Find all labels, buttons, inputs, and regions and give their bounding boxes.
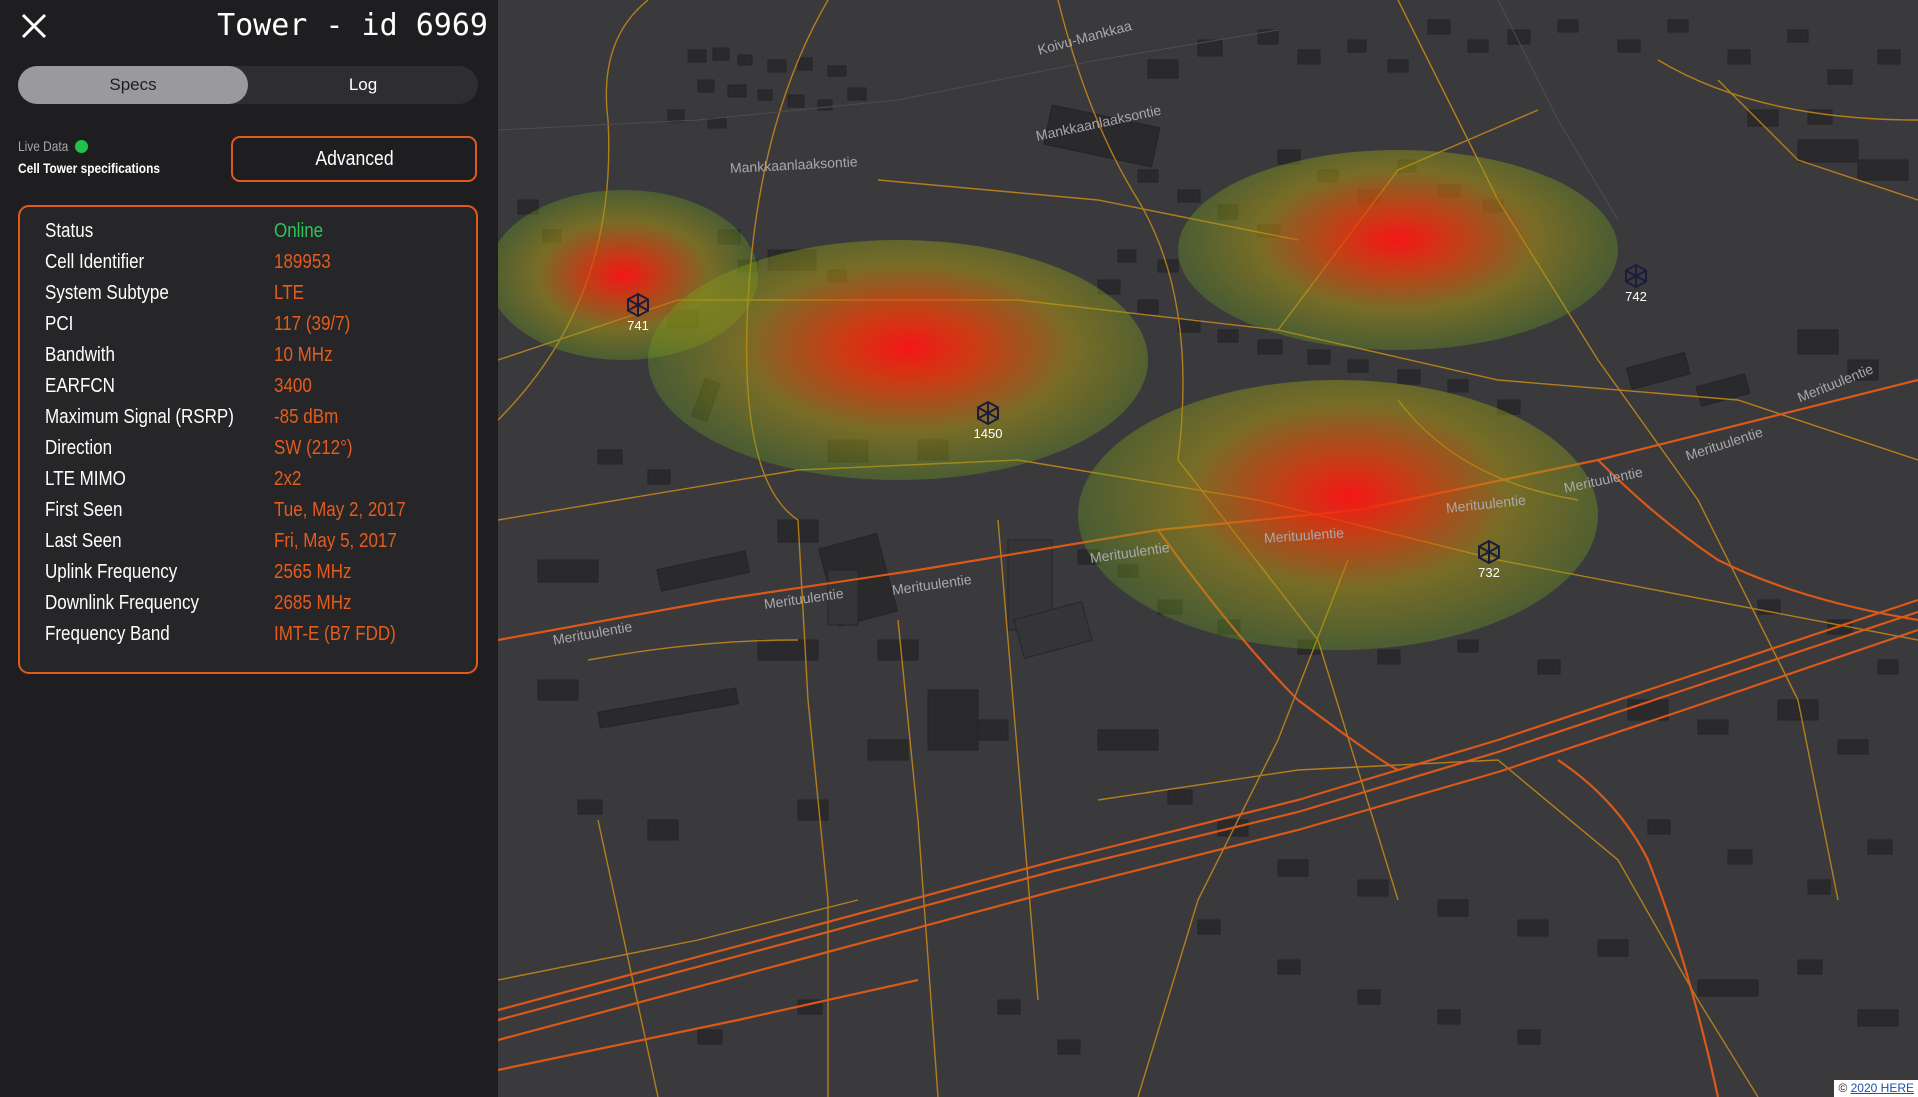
tab-bar: Specs Log bbox=[18, 66, 478, 104]
spec-value: IMT-E (B7 FDD) bbox=[274, 623, 396, 645]
spec-key: Frequency Band bbox=[45, 623, 170, 645]
spec-key: Cell Identifier bbox=[45, 251, 145, 273]
live-data-info: Live Data Cell Tower specifications bbox=[18, 138, 185, 176]
spec-row-first-seen: First Seen Tue, May 2, 2017 bbox=[20, 499, 476, 530]
spec-key: PCI bbox=[45, 313, 74, 335]
close-icon bbox=[21, 13, 47, 39]
spec-value: 189953 bbox=[274, 251, 331, 273]
spec-value: 3400 bbox=[274, 375, 312, 397]
spec-row-frequency-band: Frequency Band IMT-E (B7 FDD) bbox=[20, 623, 476, 654]
spec-value: 117 (39/7) bbox=[274, 313, 351, 335]
spec-value: Online bbox=[274, 220, 324, 242]
spec-key: Last Seen bbox=[45, 530, 122, 552]
spec-key: Bandwith bbox=[45, 344, 115, 366]
spec-row-downlink-frequency: Downlink Frequency 2685 MHz bbox=[20, 592, 476, 623]
spec-row-pci: PCI 117 (39/7) bbox=[20, 313, 476, 344]
cell-tower-icon bbox=[977, 400, 999, 426]
spec-key: System Subtype bbox=[45, 282, 169, 304]
spec-key: LTE MIMO bbox=[45, 468, 126, 490]
map-attribution: © 2020 HERE bbox=[1834, 1080, 1918, 1097]
spec-row-uplink-frequency: Uplink Frequency 2565 MHz bbox=[20, 561, 476, 592]
map-view[interactable]: Koivu-Mankkaa Mankkaanlaaksontie Mankkaa… bbox=[498, 0, 1918, 1097]
tower-marker-742[interactable]: 742 bbox=[1616, 263, 1656, 304]
spec-row-direction: Direction SW (212°) bbox=[20, 437, 476, 468]
tower-marker-732[interactable]: 732 bbox=[1469, 539, 1509, 580]
spec-row-lte-mimo: LTE MIMO 2x2 bbox=[20, 468, 476, 499]
tower-details-panel: Tower - id 6969 Specs Log Live Data Cell… bbox=[0, 0, 498, 1097]
map-base-layer bbox=[498, 0, 1918, 1097]
specs-table: Status Online Cell Identifier 189953 Sys… bbox=[18, 205, 478, 674]
spec-value: Tue, May 2, 2017 bbox=[274, 499, 406, 521]
spec-key: Status bbox=[45, 220, 94, 242]
tower-count-label: 732 bbox=[1478, 565, 1500, 580]
spec-row-max-signal: Maximum Signal (RSRP) -85 dBm bbox=[20, 406, 476, 437]
tower-count-label: 741 bbox=[627, 318, 649, 333]
tower-marker-741[interactable]: 741 bbox=[618, 292, 658, 333]
spec-row-cell-identifier: Cell Identifier 189953 bbox=[20, 251, 476, 282]
spec-value: SW (212°) bbox=[274, 437, 353, 459]
tower-count-label: 742 bbox=[1625, 289, 1647, 304]
close-button[interactable] bbox=[18, 10, 50, 42]
spec-value: 2565 MHz bbox=[274, 561, 352, 583]
tab-specs[interactable]: Specs bbox=[18, 66, 248, 104]
spec-value: Fri, May 5, 2017 bbox=[274, 530, 397, 552]
spec-value: -85 dBm bbox=[274, 406, 339, 428]
spec-key: First Seen bbox=[45, 499, 123, 521]
spec-value: 2x2 bbox=[274, 468, 302, 490]
spec-value: 10 MHz bbox=[274, 344, 333, 366]
spec-key: Direction bbox=[45, 437, 113, 459]
cell-tower-icon bbox=[627, 292, 649, 318]
panel-subtitle: Cell Tower specifications bbox=[18, 160, 160, 176]
advanced-button-label: Advanced bbox=[314, 148, 394, 170]
tower-marker-1450[interactable]: 1450 bbox=[968, 400, 1008, 441]
live-status-dot bbox=[75, 139, 89, 153]
tab-log[interactable]: Log bbox=[248, 66, 478, 104]
tower-count-label: 1450 bbox=[973, 426, 1003, 441]
cell-tower-icon bbox=[1478, 539, 1500, 565]
panel-title: Tower - id 6969 bbox=[217, 8, 488, 43]
spec-row-earfcn: EARFCN 3400 bbox=[20, 375, 476, 406]
attribution-prefix: © bbox=[1838, 1081, 1848, 1095]
live-data-label: Live Data bbox=[18, 138, 69, 154]
spec-key: Maximum Signal (RSRP) bbox=[45, 406, 234, 428]
spec-key: Downlink Frequency bbox=[45, 592, 200, 614]
spec-row-bandwith: Bandwith 10 MHz bbox=[20, 344, 476, 375]
spec-row-status: Status Online bbox=[20, 220, 476, 251]
spec-value: 2685 MHz bbox=[274, 592, 352, 614]
advanced-button[interactable]: Advanced bbox=[231, 136, 477, 182]
attribution-link[interactable]: 2020 HERE bbox=[1851, 1081, 1914, 1095]
spec-row-last-seen: Last Seen Fri, May 5, 2017 bbox=[20, 530, 476, 561]
spec-row-system-subtype: System Subtype LTE bbox=[20, 282, 476, 313]
spec-value: LTE bbox=[274, 282, 304, 304]
spec-key: EARFCN bbox=[45, 375, 115, 397]
spec-key: Uplink Frequency bbox=[45, 561, 178, 583]
cell-tower-icon bbox=[1625, 263, 1647, 289]
